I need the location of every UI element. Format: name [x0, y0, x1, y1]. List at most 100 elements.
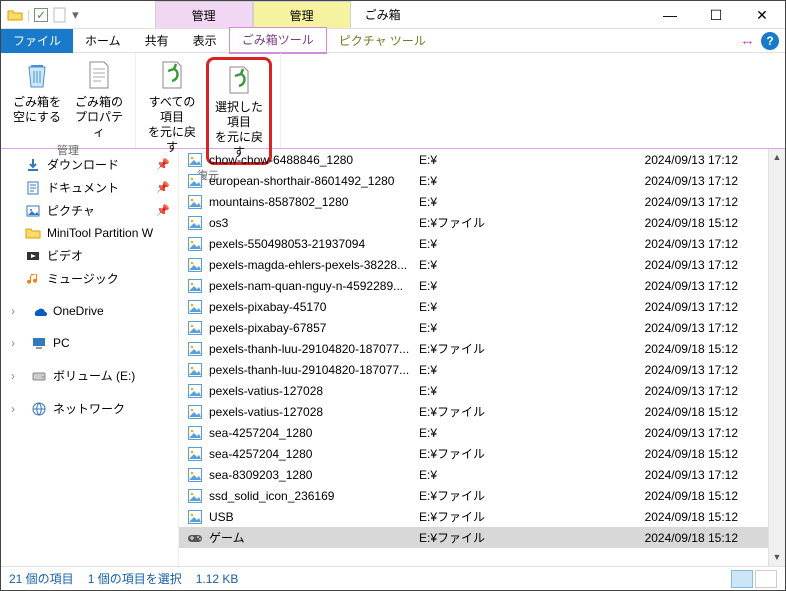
- file-type-icon: [187, 299, 203, 315]
- od-icon: [31, 303, 47, 319]
- maximize-button[interactable]: ☐: [693, 1, 739, 28]
- file-name: pexels-vatius-127028: [209, 405, 419, 419]
- file-row[interactable]: chow-chow-6488846_1280E:¥2024/09/13 17:1…: [179, 149, 768, 170]
- tab-picture-tools[interactable]: ピクチャ ツール: [327, 29, 438, 53]
- file-row[interactable]: pexels-vatius-127028E:¥2024/09/13 17:12: [179, 380, 768, 401]
- nav-item[interactable]: ›ボリューム (E:): [1, 364, 178, 387]
- file-row[interactable]: pexels-thanh-luu-29104820-187077...E:¥20…: [179, 359, 768, 380]
- file-row[interactable]: ssd_solid_icon_236169E:¥ファイル2024/09/18 1…: [179, 485, 768, 506]
- file-row[interactable]: os3E:¥ファイル2024/09/18 15:12: [179, 212, 768, 233]
- file-row[interactable]: pexels-nam-quan-nguy-n-4592289...E:¥2024…: [179, 275, 768, 296]
- doc-icon: [25, 180, 41, 196]
- nav-item[interactable]: ドキュメント📌: [1, 176, 178, 199]
- file-location: E:¥ファイル: [419, 529, 639, 546]
- nav-item[interactable]: ミュージック: [1, 267, 178, 290]
- file-name: sea-8309203_1280: [209, 468, 419, 482]
- context-tab[interactable]: 管理: [155, 1, 253, 28]
- pin-icon[interactable]: 📌: [156, 204, 170, 217]
- file-rows: chow-chow-6488846_1280E:¥2024/09/13 17:1…: [179, 149, 768, 566]
- file-location: E:¥: [419, 258, 639, 272]
- tab-home[interactable]: ホーム: [73, 29, 133, 53]
- file-date: 2024/09/18 15:12: [645, 510, 768, 524]
- tab-view[interactable]: 表示: [181, 29, 229, 53]
- checkbox-icon[interactable]: ✓: [34, 8, 48, 22]
- scroll-up-icon[interactable]: ▲: [773, 149, 782, 166]
- file-type-icon: [187, 236, 203, 252]
- file-row[interactable]: european-shorthair-8601492_1280E:¥2024/0…: [179, 170, 768, 191]
- file-row[interactable]: mountains-8587802_1280E:¥2024/09/13 17:1…: [179, 191, 768, 212]
- file-date: 2024/09/13 17:12: [645, 195, 768, 209]
- nav-item[interactable]: ›OneDrive: [1, 300, 178, 322]
- file-row[interactable]: pexels-550498053-21937094E:¥2024/09/13 1…: [179, 233, 768, 254]
- tab-share[interactable]: 共有: [133, 29, 181, 53]
- file-date: 2024/09/18 15:12: [645, 342, 768, 356]
- contextual-tab-headers: 管理管理: [155, 1, 351, 28]
- file-location: E:¥: [419, 237, 639, 251]
- file-date: 2024/09/18 15:12: [645, 216, 768, 230]
- file-type-icon: [187, 404, 203, 420]
- pc-icon: [31, 335, 47, 351]
- nav-label: ボリューム (E:): [53, 367, 135, 384]
- qat-dropdown-icon[interactable]: ▾: [72, 7, 79, 23]
- file-row[interactable]: pexels-pixabay-45170E:¥2024/09/13 17:12: [179, 296, 768, 317]
- file-type-icon: [187, 467, 203, 483]
- restore-all-icon: [156, 59, 188, 91]
- nav-item[interactable]: ›ネットワーク: [1, 397, 178, 420]
- file-type-icon: [187, 215, 203, 231]
- file-row[interactable]: pexels-vatius-127028E:¥ファイル2024/09/18 15…: [179, 401, 768, 422]
- nav-item[interactable]: ビデオ: [1, 244, 178, 267]
- empty-recycle-bin-button[interactable]: ごみ箱を 空にする: [9, 57, 65, 140]
- status-selection: 1 個の項目を選択: [88, 570, 182, 587]
- properties-page-icon: [83, 59, 115, 91]
- nav-item[interactable]: MiniTool Partition W: [1, 222, 178, 244]
- nav-item[interactable]: ピクチャ📌: [1, 199, 178, 222]
- file-name: pexels-thanh-luu-29104820-187077...: [209, 363, 419, 377]
- file-name: pexels-pixabay-45170: [209, 300, 419, 314]
- close-button[interactable]: ✕: [739, 1, 785, 28]
- file-location: E:¥: [419, 195, 639, 209]
- scroll-down-icon[interactable]: ▼: [773, 549, 782, 566]
- window-title: ごみ箱: [351, 1, 415, 28]
- details-view-button[interactable]: [731, 570, 753, 588]
- tab-recycle-tools[interactable]: ごみ箱ツール: [229, 27, 327, 54]
- file-row[interactable]: ゲームE:¥ファイル2024/09/18 15:12: [179, 527, 768, 548]
- file-date: 2024/09/13 17:12: [645, 237, 768, 251]
- file-type-icon: [187, 152, 203, 168]
- file-row[interactable]: pexels-thanh-luu-29104820-187077...E:¥ファ…: [179, 338, 768, 359]
- thumbnails-view-button[interactable]: [755, 570, 777, 588]
- pin-ribbon-icon[interactable]: ↔: [740, 32, 755, 49]
- empty-l2: 空にする: [13, 110, 61, 125]
- file-list-pane: chow-chow-6488846_1280E:¥2024/09/13 17:1…: [179, 149, 785, 566]
- file-row[interactable]: sea-4257204_1280E:¥ファイル2024/09/18 15:12: [179, 443, 768, 464]
- file-row[interactable]: pexels-pixabay-67857E:¥2024/09/13 17:12: [179, 317, 768, 338]
- pin-icon[interactable]: 📌: [156, 158, 170, 171]
- vertical-scrollbar[interactable]: ▲ ▼: [768, 149, 785, 566]
- file-date: 2024/09/13 17:12: [645, 321, 768, 335]
- file-date: 2024/09/13 17:12: [645, 258, 768, 272]
- nav-item[interactable]: ダウンロード📌: [1, 153, 178, 176]
- tab-file[interactable]: ファイル: [1, 29, 73, 53]
- props-l2: プロパティ: [71, 110, 127, 140]
- file-name: ゲーム: [209, 529, 419, 546]
- navigation-pane[interactable]: ダウンロード📌ドキュメント📌ピクチャ📌MiniTool Partition Wビ…: [1, 149, 179, 566]
- file-row[interactable]: sea-8309203_1280E:¥2024/09/13 17:12: [179, 464, 768, 485]
- file-location: E:¥: [419, 279, 639, 293]
- vid-icon: [25, 248, 41, 264]
- nav-label: ミュージック: [47, 270, 119, 287]
- pin-icon[interactable]: 📌: [156, 181, 170, 194]
- file-type-icon: [187, 194, 203, 210]
- context-tab[interactable]: 管理: [253, 1, 351, 28]
- file-row[interactable]: pexels-magda-ehlers-pexels-38228...E:¥20…: [179, 254, 768, 275]
- minimize-button[interactable]: —: [647, 1, 693, 28]
- file-row[interactable]: USBE:¥ファイル2024/09/18 15:12: [179, 506, 768, 527]
- file-type-icon: [187, 173, 203, 189]
- file-type-icon: [187, 446, 203, 462]
- help-icon[interactable]: ?: [761, 32, 779, 50]
- recycle-bin-properties-button[interactable]: ごみ箱の プロパティ: [71, 57, 127, 140]
- restore-selected-button[interactable]: 選択した項目 を元に戻す: [211, 62, 267, 160]
- file-name: ssd_solid_icon_236169: [209, 489, 419, 503]
- nav-item[interactable]: ›PC: [1, 332, 178, 354]
- file-date: 2024/09/13 17:12: [645, 300, 768, 314]
- file-row[interactable]: sea-4257204_1280E:¥2024/09/13 17:12: [179, 422, 768, 443]
- props-l1: ごみ箱の: [75, 95, 123, 110]
